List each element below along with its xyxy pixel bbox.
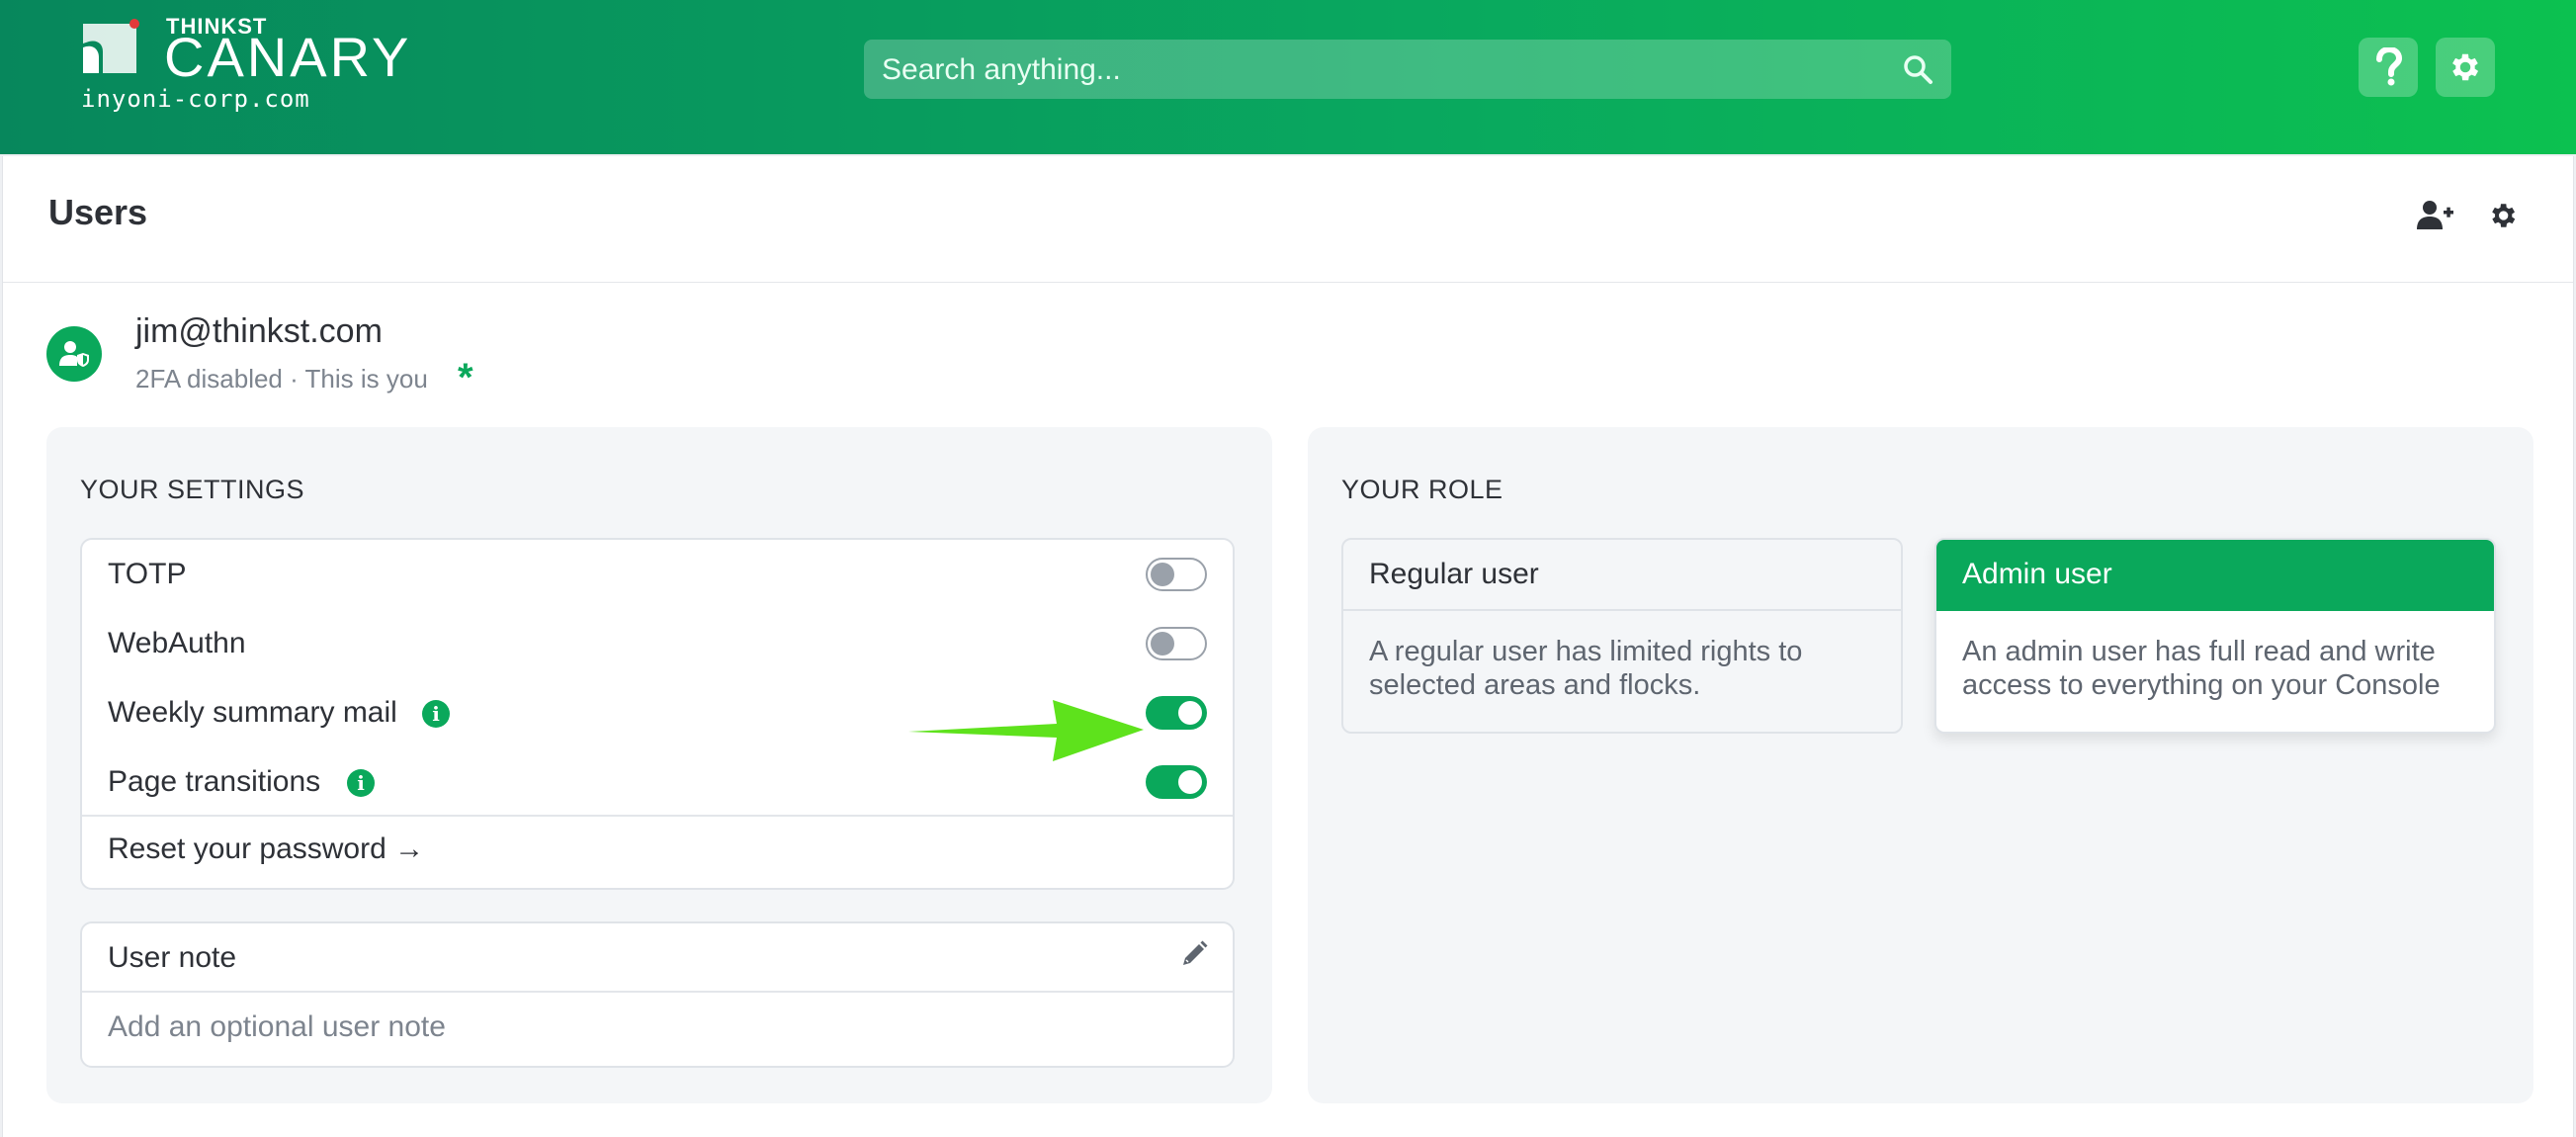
divider xyxy=(82,815,1233,817)
search-input[interactable]: Search anything... xyxy=(882,53,1121,87)
panel-header: Users xyxy=(3,156,2573,283)
page-title: Users xyxy=(48,192,148,232)
role-name: Admin user xyxy=(1962,558,2112,590)
gear-icon[interactable] xyxy=(2484,196,2524,235)
info-icon[interactable]: i xyxy=(422,700,450,728)
setting-label: TOTP xyxy=(108,558,187,590)
role-name: Regular user xyxy=(1369,558,1539,590)
brand-name[interactable]: CANARY xyxy=(164,28,411,87)
user-note-title: User note xyxy=(108,941,237,974)
help-button[interactable] xyxy=(2359,38,2418,97)
totp-toggle[interactable] xyxy=(1146,558,1207,591)
reset-password-link[interactable]: Reset your password → xyxy=(108,832,424,866)
setting-label: Page transitions xyxy=(108,765,321,798)
role-description: An admin user has full read and write ac… xyxy=(1962,636,2441,701)
setting-label: WebAuthn xyxy=(108,627,246,659)
role-header: Admin user xyxy=(1936,540,2494,611)
add-user-icon[interactable] xyxy=(2415,196,2454,235)
avatar xyxy=(46,326,102,382)
search-icon[interactable] xyxy=(1902,53,1933,85)
user-status: 2FA disabled · This is you xyxy=(135,364,428,394)
settings-title: YOUR SETTINGS xyxy=(80,475,305,504)
weekly-summary-toggle[interactable] xyxy=(1146,696,1207,730)
annotation-arrow-icon xyxy=(908,700,1144,761)
user-note-card: User note Add an optional user note xyxy=(80,921,1235,1068)
setting-row-webauthn: WebAuthn xyxy=(82,609,1233,678)
current-user-marker: * xyxy=(458,356,473,399)
divider xyxy=(82,991,1233,993)
question-icon xyxy=(2376,47,2403,86)
role-option-admin[interactable]: Admin user An admin user has full read a… xyxy=(1934,538,2496,734)
top-bar: THINKST CANARY inyoni-corp.com Search an… xyxy=(0,0,2576,154)
settings-button[interactable] xyxy=(2436,38,2495,97)
role-title: YOUR ROLE xyxy=(1341,475,1503,504)
pencil-icon[interactable] xyxy=(1179,939,1209,969)
role-description: A regular user has limited rights to sel… xyxy=(1369,636,1803,701)
webauthn-toggle[interactable] xyxy=(1146,627,1207,660)
setting-row-totp: TOTP xyxy=(82,540,1233,609)
user-email: jim@thinkst.com xyxy=(135,312,383,350)
setting-label: Weekly summary mail xyxy=(108,696,397,729)
user-note-input[interactable]: Add an optional user note xyxy=(108,1010,446,1044)
console-domain: inyoni-corp.com xyxy=(81,85,310,113)
role-header: Regular user xyxy=(1343,540,1901,611)
gear-icon xyxy=(2452,53,2479,81)
role-option-regular[interactable]: Regular user A regular user has limited … xyxy=(1341,538,1903,734)
role-section: YOUR ROLE Regular user A regular user ha… xyxy=(1308,427,2533,1103)
search-bar[interactable]: Search anything... xyxy=(864,40,1951,99)
user-shield-icon xyxy=(59,341,89,367)
canary-logo-icon[interactable] xyxy=(79,18,142,77)
info-icon[interactable]: i xyxy=(347,769,375,797)
page-transitions-toggle[interactable] xyxy=(1146,765,1207,799)
users-panel: Users jim@thinkst.com 2FA disabled · Thi… xyxy=(2,156,2574,1137)
